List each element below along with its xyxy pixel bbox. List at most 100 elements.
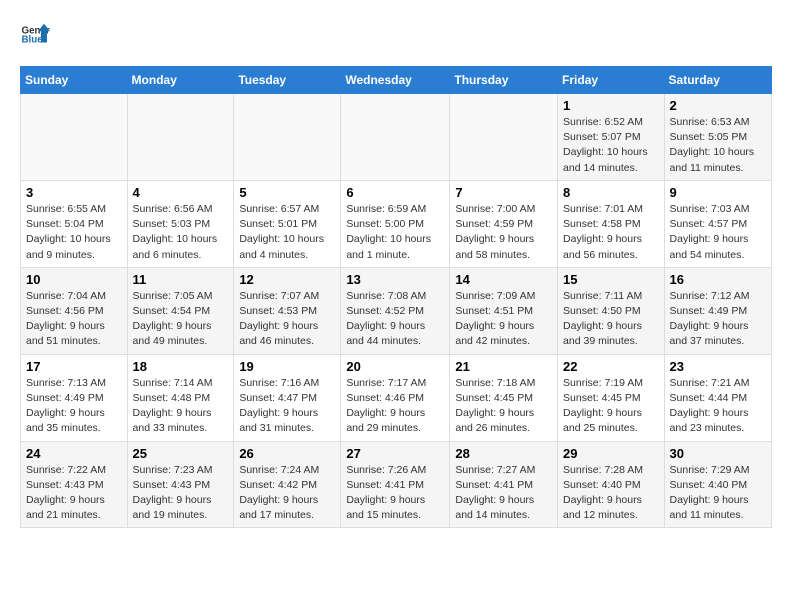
calendar-cell: 6 Sunrise: 6:59 AM Sunset: 5:00 PM Daylig… xyxy=(341,180,450,267)
calendar-cell: 24 Sunrise: 7:22 AM Sunset: 4:43 PM Dayli… xyxy=(21,441,128,528)
calendar-cell: 12Sunrise: 7:07 AM Sunset: 4:53 PM Dayli… xyxy=(234,267,341,354)
day-number: 6 xyxy=(346,185,444,200)
day-info: Sunrise: 7:17 AM Sunset: 4:46 PM Dayligh… xyxy=(346,376,444,437)
day-info: Sunrise: 7:11 AM Sunset: 4:50 PM Dayligh… xyxy=(563,289,659,350)
calendar-cell: 7 Sunrise: 7:00 AM Sunset: 4:59 PM Daylig… xyxy=(450,180,558,267)
day-number: 4 xyxy=(133,185,229,200)
day-number: 28 xyxy=(455,446,552,461)
calendar-body: 1 Sunrise: 6:52 AM Sunset: 5:07 PM Daylig… xyxy=(21,94,772,528)
day-number: 30 xyxy=(670,446,766,461)
calendar-cell: 23 Sunrise: 7:21 AM Sunset: 4:44 PM Dayli… xyxy=(664,354,771,441)
calendar-cell: 5Sunrise: 6:57 AM Sunset: 5:01 PM Daylig… xyxy=(234,180,341,267)
calendar-cell: 14 Sunrise: 7:09 AM Sunset: 4:51 PM Dayli… xyxy=(450,267,558,354)
calendar-week-row: 1 Sunrise: 6:52 AM Sunset: 5:07 PM Daylig… xyxy=(21,94,772,181)
day-of-week-header: Sunday xyxy=(21,67,128,94)
calendar-cell: 17 Sunrise: 7:13 AM Sunset: 4:49 PM Dayli… xyxy=(21,354,128,441)
day-info: Sunrise: 7:05 AM Sunset: 4:54 PM Dayligh… xyxy=(133,289,229,350)
day-info: Sunrise: 7:18 AM Sunset: 4:45 PM Dayligh… xyxy=(455,376,552,437)
day-number: 7 xyxy=(455,185,552,200)
calendar-cell: 20 Sunrise: 7:17 AM Sunset: 4:46 PM Dayli… xyxy=(341,354,450,441)
logo-icon: General Blue xyxy=(20,20,50,50)
day-number: 21 xyxy=(455,359,552,374)
day-number: 18 xyxy=(133,359,229,374)
calendar-cell: 27 Sunrise: 7:26 AM Sunset: 4:41 PM Dayli… xyxy=(341,441,450,528)
day-info: Sunrise: 6:55 AM Sunset: 5:04 PM Dayligh… xyxy=(26,202,122,263)
day-number: 11 xyxy=(133,272,229,287)
day-number: 27 xyxy=(346,446,444,461)
day-info: Sunrise: 7:16 AM Sunset: 4:47 PM Dayligh… xyxy=(239,376,335,437)
calendar-week-row: 10 Sunrise: 7:04 AM Sunset: 4:56 PM Dayli… xyxy=(21,267,772,354)
day-info: Sunrise: 7:28 AM Sunset: 4:40 PM Dayligh… xyxy=(563,463,659,524)
calendar-week-row: 17 Sunrise: 7:13 AM Sunset: 4:49 PM Dayli… xyxy=(21,354,772,441)
calendar-cell: 19 Sunrise: 7:16 AM Sunset: 4:47 PM Dayli… xyxy=(234,354,341,441)
day-info: Sunrise: 7:00 AM Sunset: 4:59 PM Dayligh… xyxy=(455,202,552,263)
day-of-week-header: Friday xyxy=(558,67,665,94)
day-info: Sunrise: 7:04 AM Sunset: 4:56 PM Dayligh… xyxy=(26,289,122,350)
calendar-week-row: 3 Sunrise: 6:55 AM Sunset: 5:04 PM Daylig… xyxy=(21,180,772,267)
day-number: 26 xyxy=(239,446,335,461)
logo: General Blue xyxy=(20,20,50,50)
day-info: Sunrise: 7:07 AM Sunset: 4:53 PM Dayligh… xyxy=(239,289,335,350)
calendar-cell: 26 Sunrise: 7:24 AM Sunset: 4:42 PM Dayli… xyxy=(234,441,341,528)
day-number: 17 xyxy=(26,359,122,374)
day-number: 29 xyxy=(563,446,659,461)
calendar-cell xyxy=(234,94,341,181)
day-of-week-header: Saturday xyxy=(664,67,771,94)
calendar-header-row: SundayMondayTuesdayWednesdayThursdayFrid… xyxy=(21,67,772,94)
calendar-cell: 16Sunrise: 7:12 AM Sunset: 4:49 PM Dayli… xyxy=(664,267,771,354)
day-info: Sunrise: 6:52 AM Sunset: 5:07 PM Dayligh… xyxy=(563,115,659,176)
calendar-cell: 30 Sunrise: 7:29 AM Sunset: 4:40 PM Dayli… xyxy=(664,441,771,528)
day-number: 8 xyxy=(563,185,659,200)
calendar-cell: 22 Sunrise: 7:19 AM Sunset: 4:45 PM Dayli… xyxy=(558,354,665,441)
day-number: 19 xyxy=(239,359,335,374)
day-info: Sunrise: 7:22 AM Sunset: 4:43 PM Dayligh… xyxy=(26,463,122,524)
day-number: 20 xyxy=(346,359,444,374)
calendar-table: SundayMondayTuesdayWednesdayThursdayFrid… xyxy=(20,66,772,528)
day-info: Sunrise: 7:24 AM Sunset: 4:42 PM Dayligh… xyxy=(239,463,335,524)
day-info: Sunrise: 6:57 AM Sunset: 5:01 PM Dayligh… xyxy=(239,202,335,263)
calendar-cell: 15 Sunrise: 7:11 AM Sunset: 4:50 PM Dayli… xyxy=(558,267,665,354)
day-number: 10 xyxy=(26,272,122,287)
calendar-cell xyxy=(341,94,450,181)
day-number: 14 xyxy=(455,272,552,287)
calendar-cell: 29 Sunrise: 7:28 AM Sunset: 4:40 PM Dayli… xyxy=(558,441,665,528)
day-info: Sunrise: 7:23 AM Sunset: 4:43 PM Dayligh… xyxy=(133,463,229,524)
day-info: Sunrise: 6:53 AM Sunset: 5:05 PM Dayligh… xyxy=(670,115,766,176)
calendar-cell: 10 Sunrise: 7:04 AM Sunset: 4:56 PM Dayli… xyxy=(21,267,128,354)
day-info: Sunrise: 7:12 AM Sunset: 4:49 PM Dayligh… xyxy=(670,289,766,350)
day-number: 24 xyxy=(26,446,122,461)
day-number: 15 xyxy=(563,272,659,287)
day-number: 1 xyxy=(563,98,659,113)
day-number: 3 xyxy=(26,185,122,200)
day-number: 22 xyxy=(563,359,659,374)
svg-text:Blue: Blue xyxy=(22,35,44,46)
day-number: 25 xyxy=(133,446,229,461)
calendar-cell: 4Sunrise: 6:56 AM Sunset: 5:03 PM Daylig… xyxy=(127,180,234,267)
day-info: Sunrise: 7:09 AM Sunset: 4:51 PM Dayligh… xyxy=(455,289,552,350)
calendar-cell xyxy=(21,94,128,181)
calendar-cell: 28Sunrise: 7:27 AM Sunset: 4:41 PM Dayli… xyxy=(450,441,558,528)
page-header: General Blue xyxy=(20,20,772,50)
day-info: Sunrise: 7:03 AM Sunset: 4:57 PM Dayligh… xyxy=(670,202,766,263)
day-info: Sunrise: 6:59 AM Sunset: 5:00 PM Dayligh… xyxy=(346,202,444,263)
calendar-week-row: 24 Sunrise: 7:22 AM Sunset: 4:43 PM Dayli… xyxy=(21,441,772,528)
day-info: Sunrise: 7:29 AM Sunset: 4:40 PM Dayligh… xyxy=(670,463,766,524)
day-number: 9 xyxy=(670,185,766,200)
day-info: Sunrise: 7:08 AM Sunset: 4:52 PM Dayligh… xyxy=(346,289,444,350)
day-info: Sunrise: 7:26 AM Sunset: 4:41 PM Dayligh… xyxy=(346,463,444,524)
day-of-week-header: Wednesday xyxy=(341,67,450,94)
day-info: Sunrise: 7:19 AM Sunset: 4:45 PM Dayligh… xyxy=(563,376,659,437)
day-of-week-header: Monday xyxy=(127,67,234,94)
day-number: 2 xyxy=(670,98,766,113)
day-number: 23 xyxy=(670,359,766,374)
calendar-cell: 25 Sunrise: 7:23 AM Sunset: 4:43 PM Dayli… xyxy=(127,441,234,528)
day-info: Sunrise: 7:01 AM Sunset: 4:58 PM Dayligh… xyxy=(563,202,659,263)
calendar-cell: 9 Sunrise: 7:03 AM Sunset: 4:57 PM Daylig… xyxy=(664,180,771,267)
day-info: Sunrise: 7:14 AM Sunset: 4:48 PM Dayligh… xyxy=(133,376,229,437)
day-of-week-header: Tuesday xyxy=(234,67,341,94)
day-info: Sunrise: 7:13 AM Sunset: 4:49 PM Dayligh… xyxy=(26,376,122,437)
day-of-week-header: Thursday xyxy=(450,67,558,94)
calendar-cell: 11 Sunrise: 7:05 AM Sunset: 4:54 PM Dayli… xyxy=(127,267,234,354)
day-info: Sunrise: 7:21 AM Sunset: 4:44 PM Dayligh… xyxy=(670,376,766,437)
calendar-cell: 8 Sunrise: 7:01 AM Sunset: 4:58 PM Daylig… xyxy=(558,180,665,267)
